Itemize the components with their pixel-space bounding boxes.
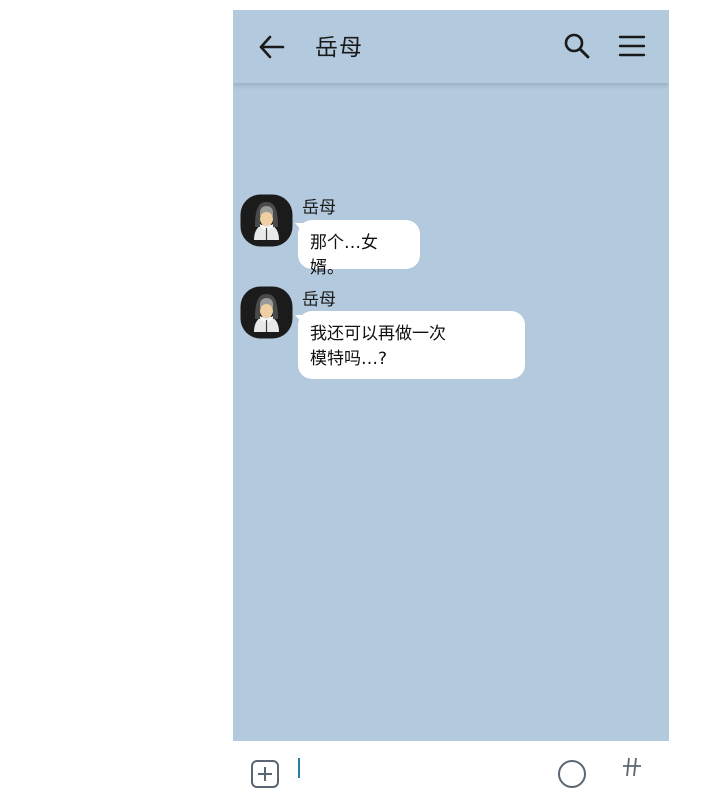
message-bubble[interactable]: 那个…女婿。: [298, 220, 420, 278]
message-item: 岳母 我还可以再做一次 模特吗…?: [233, 285, 669, 385]
hamburger-menu-icon: [618, 35, 646, 57]
menu-button[interactable]: [617, 31, 647, 61]
chat-header: 岳母: [233, 10, 669, 83]
sender-name: 岳母: [302, 290, 336, 310]
emoji-button[interactable]: [557, 759, 587, 789]
arrow-left-icon: [259, 35, 285, 59]
sender-name: 岳母: [302, 198, 336, 218]
chat-title: 岳母: [315, 35, 363, 61]
nun-avatar-icon: [240, 194, 293, 247]
emoji-icon: [558, 760, 586, 788]
add-attachment-button[interactable]: [250, 759, 280, 789]
search-button[interactable]: [562, 31, 592, 61]
chat-screen: 岳母 岳母 那个…女婿。 岳母 我还可以再做一次 模特吗…?: [233, 10, 669, 741]
message-item: 岳母 那个…女婿。: [233, 193, 669, 278]
avatar[interactable]: [240, 286, 293, 339]
search-icon: [564, 33, 590, 59]
nun-avatar-icon: [240, 286, 293, 339]
hash-icon: [623, 757, 641, 777]
input-bar: [233, 741, 669, 788]
avatar[interactable]: [240, 194, 293, 247]
back-button[interactable]: [257, 32, 287, 62]
message-bubble[interactable]: 我还可以再做一次 模特吗…?: [298, 311, 525, 379]
hash-button[interactable]: [621, 755, 643, 777]
text-cursor[interactable]: [298, 758, 300, 778]
plus-icon: [251, 760, 279, 788]
